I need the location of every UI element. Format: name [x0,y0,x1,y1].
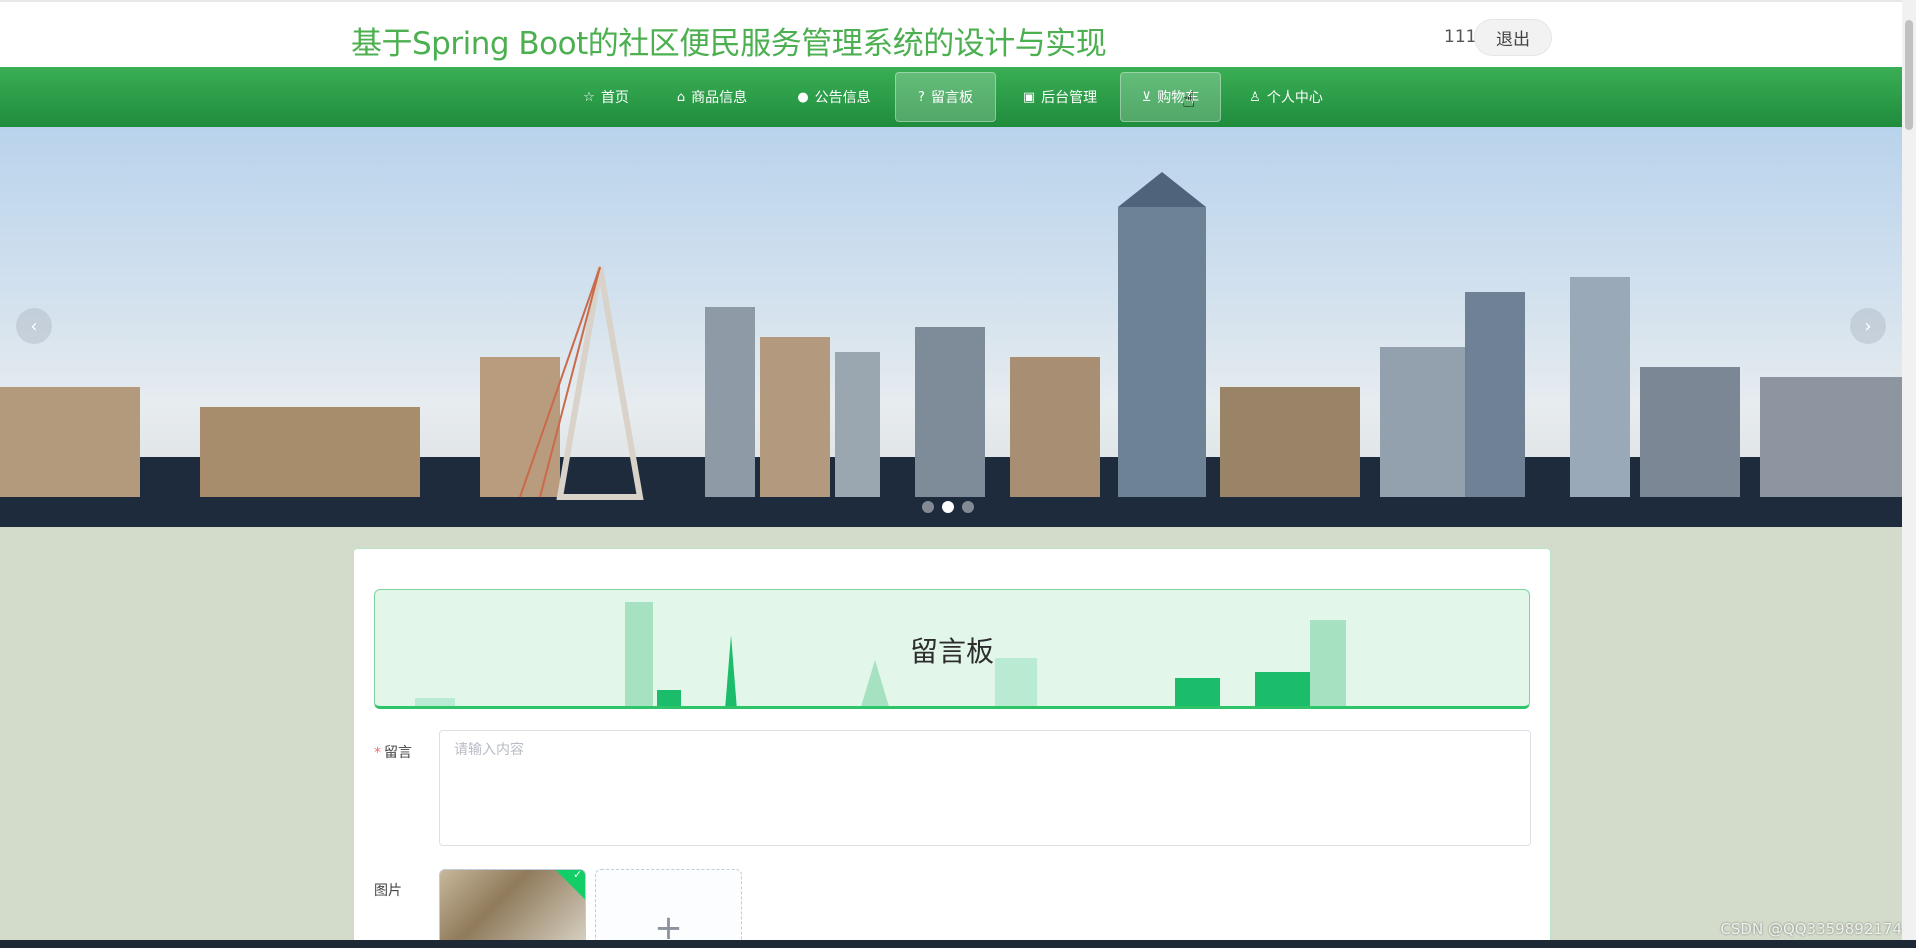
nav-item-message-board[interactable]: ? 留言板 [895,72,996,122]
upload-add-button[interactable]: + [595,869,742,948]
nav-item-label: 首页 [600,90,629,106]
box-icon: ▣ [1022,89,1036,105]
image-label: 图片 [374,883,402,899]
board-title: 留言板 [909,635,994,668]
user-icon: ♙ [1249,89,1261,105]
question-icon: ? [918,89,925,105]
board-header: 留言板 [374,589,1530,709]
star-icon: ☆ [583,89,595,105]
site-title: 基于Spring Boot的社区便民服务管理系统的设计与实现 [351,26,1107,62]
user-name: 111 [1444,27,1477,47]
page-scrollbar[interactable] [1902,0,1916,940]
carousel-dot[interactable] [962,501,974,513]
city-skyline-image [0,172,1902,527]
nav-item-profile[interactable]: ♙ 个人中心 [1238,72,1334,122]
carousel-dot-active[interactable] [942,501,954,513]
mouse-pointer-icon: ☝ [1182,88,1196,113]
check-icon: ✓ [573,869,583,881]
nav-item-label: 个人中心 [1266,90,1323,106]
logout-button[interactable]: 退出 [1474,19,1552,56]
message-input[interactable] [439,730,1531,846]
cart-icon: ⊻ [1141,89,1152,105]
nav-item-label: 后台管理 [1041,90,1098,106]
info-icon: ● [797,89,809,105]
message-label: * 留言 [374,742,412,762]
main-nav: ☆ 首页 ⌂ 商品信息 ● 公告信息 ? 留言板 ▣ 后台管理 ⊻ 购物车 ♙ … [0,67,1902,127]
nav-item-notices[interactable]: ● 公告信息 [786,72,882,122]
nav-item-products[interactable]: ⌂ 商品信息 [664,72,760,122]
carousel-indicators [922,501,974,513]
upload-success-badge: ✓ [552,869,585,902]
hero-carousel: ‹ › [0,127,1902,527]
nav-item-admin[interactable]: ▣ 后台管理 [1012,72,1108,122]
nav-item-label: 公告信息 [814,90,871,106]
required-asterisk: * [374,745,381,761]
message-board-panel: 留言板 *留言 图片 ✓ + [353,548,1551,948]
bag-icon: ⌂ [676,89,686,105]
nav-item-label: 留言板 [930,90,973,106]
nav-item-home[interactable]: ☆ 首页 [570,72,642,122]
scrollbar-thumb[interactable] [1905,20,1913,130]
carousel-dot[interactable] [922,501,934,513]
message-label-text: 留言 [384,745,412,761]
carousel-prev-button[interactable]: ‹ [16,308,52,344]
os-taskbar [0,940,1916,948]
nav-item-cart[interactable]: ⊻ 购物车 [1120,72,1221,122]
nav-item-label: 商品信息 [691,90,748,106]
carousel-next-button[interactable]: › [1850,308,1886,344]
uploaded-image-thumbnail[interactable]: ✓ [439,869,586,948]
top-header: 基于Spring Boot的社区便民服务管理系统的设计与实现 111 退出 [0,0,1902,67]
watermark: CSDN @QQ3359892174 [1720,920,1902,938]
